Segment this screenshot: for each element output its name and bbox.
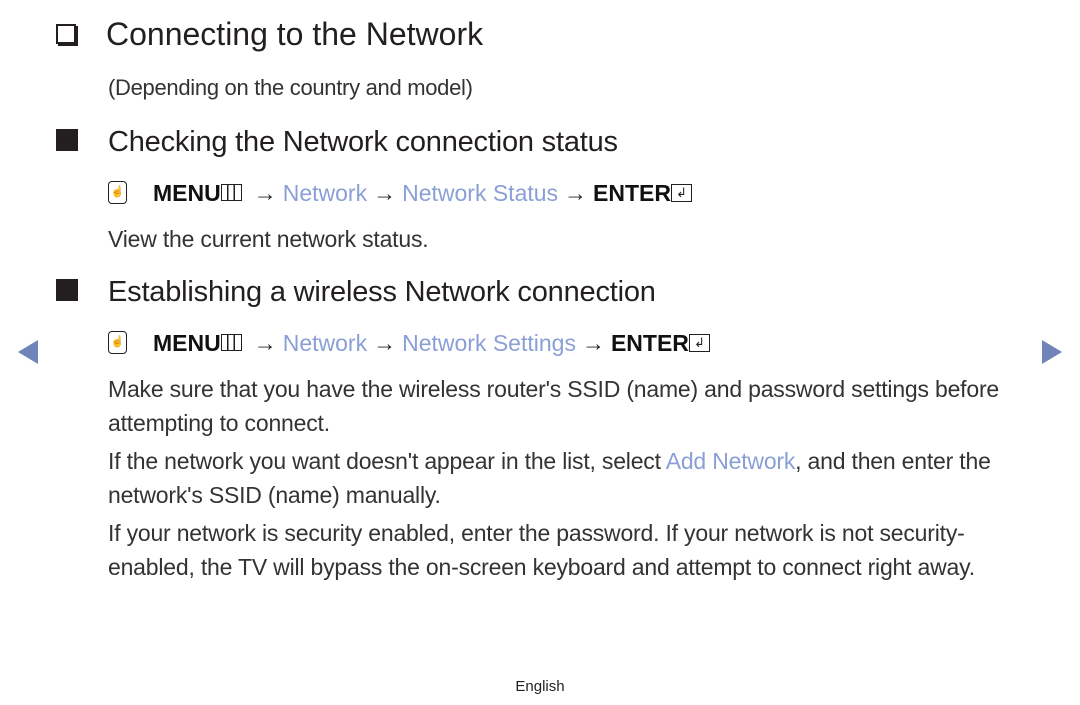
footer-language: English [515, 678, 565, 695]
enter-label: ENTER [610, 330, 689, 356]
enter-key-icon: ↲ [688, 333, 710, 352]
paragraph: If your network is security enabled, ent… [108, 520, 975, 580]
arrow-icon: → [253, 330, 277, 356]
link-network[interactable]: Network [283, 330, 367, 356]
previous-page-arrow-icon[interactable] [18, 340, 38, 364]
link-add-network[interactable]: Add Network [666, 448, 796, 474]
square-bullet-icon [56, 129, 78, 152]
section-heading-wireless: Establishing a wireless Network connecti… [56, 276, 656, 309]
remote-hand-icon: ☝ [108, 181, 127, 205]
menu-label: MENU [153, 180, 221, 206]
link-network-settings[interactable]: Network Settings [402, 330, 576, 356]
enter-key-icon: ↲ [671, 183, 692, 202]
link-network-status[interactable]: Network Status [402, 180, 558, 206]
menu-grid-icon [220, 184, 242, 202]
menu-label: MENU [153, 330, 221, 356]
menu-path-status: ☝ MENU → Network → Network Status → ENTER ↲ [108, 180, 692, 207]
next-page-arrow-icon[interactable] [1042, 340, 1062, 364]
paragraph-text: If the network you want doesn't appear i… [108, 448, 666, 474]
page-title: Connecting to the Network [56, 16, 483, 53]
arrow-icon: → [581, 330, 605, 356]
square-bullet-icon [56, 279, 78, 302]
menu-path-settings: ☝ MENU → Network → Network Settings → ENTER ↲ [108, 330, 710, 357]
enter-label: ENTER [593, 180, 671, 206]
arrow-icon: → [373, 330, 397, 356]
page-title-text: Connecting to the Network [106, 16, 484, 52]
checkbox-bullet-icon [56, 23, 76, 44]
remote-hand-icon: ☝ [108, 331, 127, 355]
section-heading-status: Checking the Network connection status [56, 126, 618, 159]
paragraph: View the current network status. [108, 226, 429, 252]
link-network[interactable]: Network [283, 180, 367, 206]
menu-grid-icon [220, 334, 242, 352]
section-heading-text: Checking the Network connection status [108, 126, 618, 158]
arrow-icon: → [373, 180, 397, 206]
paragraph: Make sure that you have the wireless rou… [108, 376, 1000, 436]
page-subtitle: (Depending on the country and model) [108, 75, 473, 100]
section-heading-text: Establishing a wireless Network connecti… [108, 276, 656, 308]
arrow-icon: → [253, 180, 277, 206]
arrow-icon: → [564, 180, 588, 206]
paragraph: If the network you want doesn't appear i… [108, 444, 1038, 512]
